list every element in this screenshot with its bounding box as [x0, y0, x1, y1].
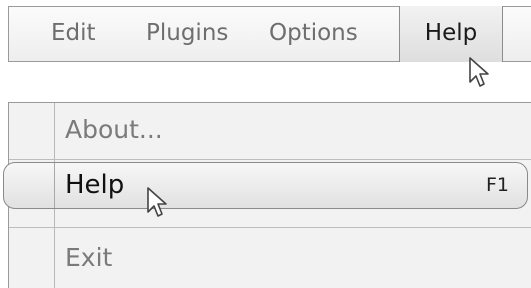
pointer-arrow-icon	[147, 187, 167, 217]
help-dropdown-menu: About... Help F1 Exit	[3, 102, 531, 288]
menu-item-help[interactable]: Help F1	[3, 162, 528, 209]
menu-icon-gutter	[54, 163, 55, 208]
menu-item-help-label: Help	[65, 170, 125, 200]
menu-separator	[9, 227, 531, 228]
menu-item-help-shortcut: F1	[485, 174, 509, 196]
pointer-arrow-icon	[469, 57, 489, 87]
menu-item-about-label: About...	[65, 115, 163, 144]
menu-bar: Edit Plugins Options Help	[8, 6, 531, 62]
menu-item-exit[interactable]: Exit	[9, 229, 531, 287]
menu-help[interactable]: Help	[399, 6, 503, 62]
menu-separator	[9, 159, 531, 160]
menu-options[interactable]: Options	[269, 7, 358, 61]
menu-edit[interactable]: Edit	[51, 7, 96, 61]
menu-item-exit-label: Exit	[65, 243, 113, 272]
menu-item-about[interactable]: About...	[9, 103, 531, 159]
menu-plugins[interactable]: Plugins	[146, 7, 228, 61]
